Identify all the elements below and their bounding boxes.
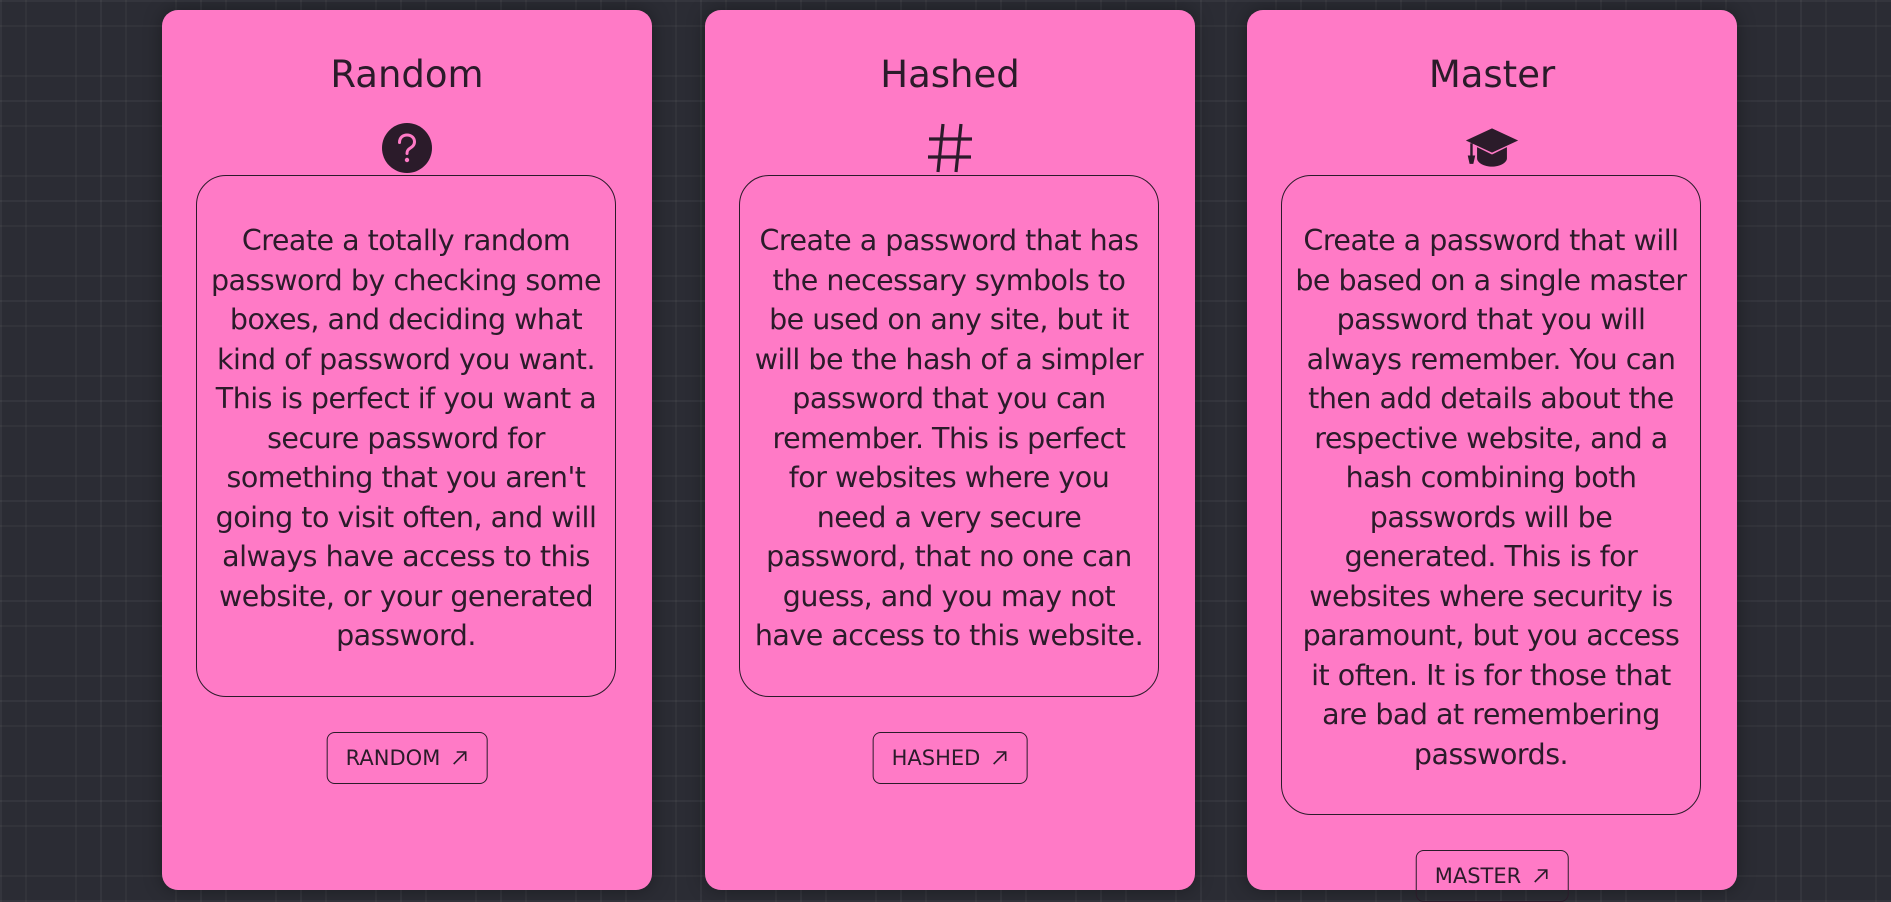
card-hashed: Hashed Create a password that has the ne… — [705, 10, 1195, 890]
arrow-up-right-icon — [990, 749, 1008, 767]
hash-icon — [922, 120, 978, 176]
card-description-box: Create a password that will be based on … — [1281, 175, 1701, 815]
card-description: Create a totally random password by chec… — [210, 224, 602, 652]
question-circle-icon — [379, 120, 435, 176]
master-button[interactable]: MASTER — [1415, 850, 1569, 902]
hashed-button[interactable]: HASHED — [872, 732, 1028, 784]
card-random: Random Create a totally random password … — [162, 10, 652, 890]
card-title: Random — [330, 53, 484, 96]
card-title: Master — [1428, 53, 1556, 96]
random-button[interactable]: RANDOM — [326, 732, 488, 784]
card-master: Master Create a password that will be ba… — [1247, 10, 1737, 902]
button-label: HASHED — [891, 746, 981, 770]
card-description-box: Create a totally random password by chec… — [196, 175, 616, 697]
button-label: RANDOM — [345, 746, 441, 770]
card-description-box: Create a password that has the necessary… — [739, 175, 1159, 697]
arrow-up-right-icon — [1531, 867, 1549, 885]
arrow-up-right-icon — [450, 749, 468, 767]
graduation-cap-icon — [1464, 120, 1520, 176]
card-title: Hashed — [880, 53, 1020, 96]
card-description: Create a password that will be based on … — [1295, 224, 1687, 771]
card-description: Create a password that has the necessary… — [754, 224, 1144, 652]
